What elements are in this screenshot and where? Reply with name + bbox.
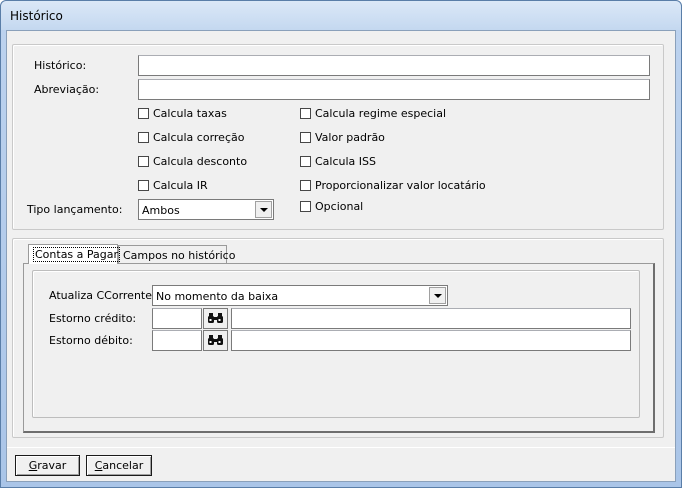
tabs-group: Contas a Pagar Campos no histórico Atual… [12,238,664,438]
tipo-lancamento-value: Ambos [142,204,180,217]
estorno-debito-code-input[interactable] [152,330,202,351]
checkbox-box[interactable] [300,132,311,143]
checkbox-label: Calcula ISS [315,155,376,168]
historico-input[interactable] [138,55,650,76]
checkbox-label: Calcula taxas [153,107,227,120]
atualiza-ccorrente-value: No momento da baixa [156,290,279,303]
checkbox-label: Calcula regime especial [315,107,447,120]
gravar-mnemonic: G [28,459,38,472]
dropdown-button[interactable] [255,201,272,218]
checkbox-label: Valor padrão [315,131,385,144]
tab-label: Campos no histórico [123,249,236,262]
binoculars-icon [208,313,223,323]
cancelar-button[interactable]: Cancelar [86,455,152,476]
calcula-desconto-checkbox[interactable]: Calcula desconto [138,155,247,168]
abreviacao-label: Abreviação: [34,83,100,96]
checkbox-box[interactable] [138,108,149,119]
tab-label: Contas a Pagar [33,247,121,262]
valor-padrao-checkbox[interactable]: Valor padrão [300,131,385,144]
checkbox-box[interactable] [138,132,149,143]
estorno-credito-description-input[interactable] [231,308,631,329]
estorno-credito-code-input[interactable] [152,308,202,329]
tipo-lancamento-select[interactable]: Ambos [138,199,274,220]
historico-label: Histórico: [34,59,87,72]
footer-divider [7,447,675,448]
checkbox-label: Calcula correção [153,131,245,144]
title-bar[interactable]: Histórico [1,1,681,30]
dropdown-button[interactable] [429,287,446,304]
tab-page-contas-a-pagar: Atualiza CCorrente: No momento da baixa … [23,263,655,433]
binoculars-icon [208,335,223,345]
contas-inner-group: Atualiza CCorrente: No momento da baixa … [32,270,640,418]
gravar-label: ravar [37,459,67,472]
atualiza-ccorrente-label: Atualiza CCorrente: [49,289,156,302]
estorno-debito-description-input[interactable] [231,330,631,351]
estorno-debito-label: Estorno débito: [49,334,133,347]
tipo-lancamento-label: Tipo lançamento: [27,203,123,216]
estorno-debito-search-button[interactable] [203,330,228,351]
abreviacao-input[interactable] [138,79,650,100]
checkbox-box[interactable] [300,108,311,119]
cancelar-mnemonic: C [94,459,103,472]
checkbox-label: Calcula IR [153,179,208,192]
calcula-iss-checkbox[interactable]: Calcula ISS [300,155,376,168]
tab-contas-a-pagar[interactable]: Contas a Pagar [28,244,121,264]
cancelar-label: ancelar [102,459,144,472]
checkbox-label: Calcula desconto [153,155,248,168]
checkbox-box[interactable] [138,156,149,167]
checkbox-box[interactable] [300,201,311,212]
general-group: Histórico: Abreviação: Calcula taxas Cal… [12,44,664,230]
calcula-correcao-checkbox[interactable]: Calcula correção [138,131,244,144]
checkbox-box[interactable] [300,156,311,167]
atualiza-ccorrente-select[interactable]: No momento da baixa [152,285,448,306]
chevron-down-icon [259,207,268,212]
proporcionalizar-checkbox[interactable]: Proporcionalizar valor locatário [300,179,486,192]
gravar-button[interactable]: Gravar [15,455,80,476]
chevron-down-icon [433,293,442,298]
estorno-credito-label: Estorno crédito: [49,312,137,325]
calcula-regime-especial-checkbox[interactable]: Calcula regime especial [300,107,446,120]
tab-campos-no-historico[interactable]: Campos no histórico [118,245,235,265]
dialog-client-area: Histórico: Abreviação: Calcula taxas Cal… [6,30,676,482]
estorno-credito-search-button[interactable] [203,308,228,329]
calcula-ir-checkbox[interactable]: Calcula IR [138,179,208,192]
checkbox-box[interactable] [300,180,311,191]
window-title: Histórico [10,9,63,23]
dialog-window: Histórico Histórico: Abreviação: Calcula… [0,0,682,488]
checkbox-label: Opcional [315,200,364,213]
calcula-taxas-checkbox[interactable]: Calcula taxas [138,107,227,120]
opcional-checkbox[interactable]: Opcional [300,200,363,213]
checkbox-box[interactable] [138,180,149,191]
checkbox-label: Proporcionalizar valor locatário [315,179,486,192]
